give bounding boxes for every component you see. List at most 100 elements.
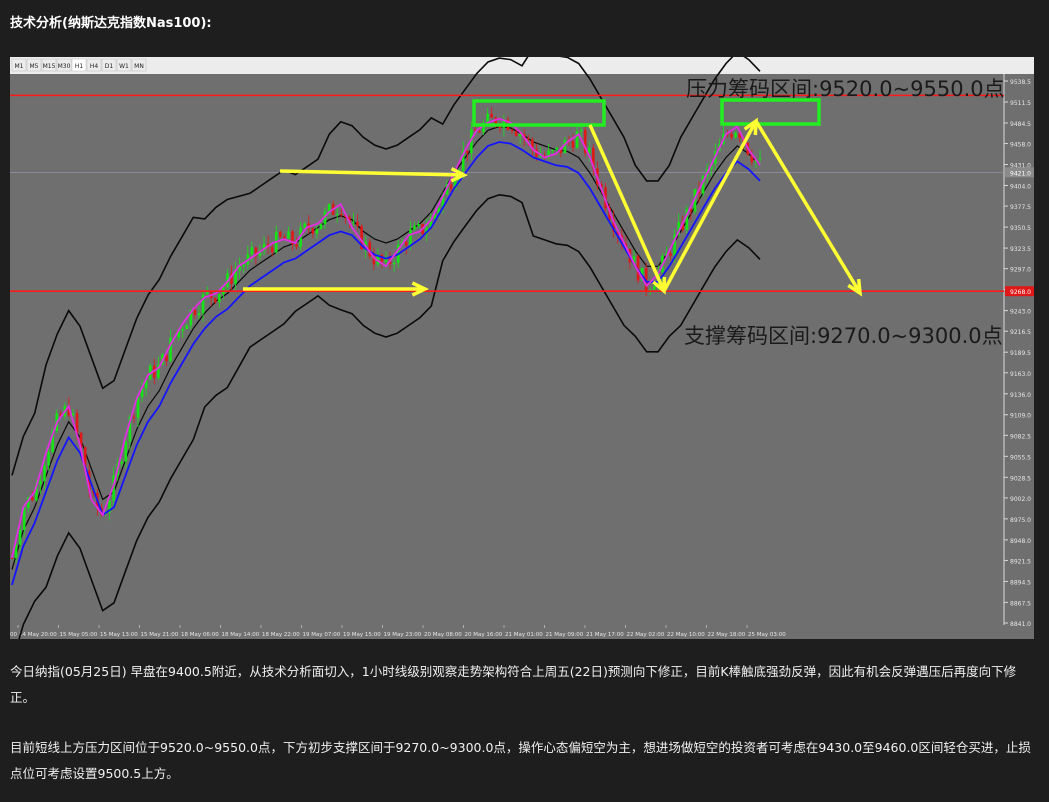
support-annotation: 支撑筹码区间:9270.0~9300.0点 bbox=[684, 324, 1003, 348]
price-tick-label: 9484.5 bbox=[1010, 121, 1031, 128]
candle-body bbox=[181, 329, 185, 331]
timeframe-label-w1: W1 bbox=[119, 63, 129, 70]
timeframe-label-h1: H1 bbox=[75, 63, 84, 70]
price-tick-label: 9109.0 bbox=[1010, 413, 1031, 420]
candle-body bbox=[303, 223, 306, 228]
time-tick-label: 19 May 07:00 bbox=[303, 632, 341, 638]
price-tick-label: 9216.5 bbox=[1010, 329, 1031, 336]
timeframe-label-h4: H4 bbox=[90, 63, 99, 70]
timeframe-toolbar: M1 M5 M15 M30 H1 H4 D1 W1 MN bbox=[11, 58, 147, 72]
candle-body bbox=[315, 229, 319, 234]
time-tick-label: 21 May 09:00 bbox=[546, 632, 584, 638]
candle-body bbox=[356, 221, 359, 227]
candle-body bbox=[185, 325, 189, 330]
timeframe-label-m15: M15 bbox=[43, 63, 56, 70]
candle-body bbox=[132, 416, 136, 418]
candle-body bbox=[311, 228, 315, 234]
price-tick-label: 8921.5 bbox=[1010, 558, 1031, 565]
candle-body bbox=[510, 129, 514, 132]
candle-body bbox=[579, 129, 583, 132]
time-tick-label: 15 May 13:00 bbox=[100, 632, 138, 638]
chart-svg: M1 M5 M15 M30 H1 H4 D1 W1 MN 9538.5 9511.5 9484.5 9… bbox=[10, 47, 1034, 664]
price-tick-label: 9243.0 bbox=[1010, 309, 1031, 316]
page-heading: 技术分析(纳斯达克指数Nas100): bbox=[10, 16, 212, 31]
candle-body bbox=[466, 150, 469, 154]
price-tick-label: 9297.0 bbox=[1010, 267, 1031, 274]
candle-body bbox=[551, 150, 554, 152]
price-tick-label: 8867.5 bbox=[1010, 600, 1031, 607]
price-tick-label: 9458.0 bbox=[1010, 142, 1031, 149]
candle-body bbox=[193, 309, 197, 316]
timeframe-label-d1: D1 bbox=[105, 63, 114, 70]
price-tick-label: 9028.5 bbox=[1010, 475, 1031, 482]
time-tick-label: 21 May 01:00 bbox=[505, 632, 543, 638]
candle-body bbox=[734, 132, 737, 138]
time-axis-prefix: 00 bbox=[10, 632, 17, 638]
candle-body bbox=[43, 465, 46, 481]
candle-body bbox=[242, 264, 246, 267]
analysis-paragraph-1: 今日纳指(05月25日) 早盘在9400.5附近，从技术分析面切入，1小时线级别… bbox=[10, 664, 1017, 705]
candle-body bbox=[295, 244, 298, 247]
candle-body bbox=[669, 253, 672, 256]
candle-body bbox=[197, 313, 201, 316]
candle-body bbox=[417, 224, 420, 226]
time-tick-label: 19 May 15:00 bbox=[343, 632, 381, 638]
time-tick-label: 22 May 18:00 bbox=[708, 632, 746, 638]
candle-body bbox=[319, 223, 323, 230]
analysis-paragraph-2: 目前短线上方压力区间位于9520.0~9550.0点，下方初步支撑区间于9270… bbox=[10, 740, 1031, 781]
timeframe-label-mn: MN bbox=[134, 63, 144, 70]
candle-body bbox=[287, 231, 290, 239]
candle-body bbox=[730, 133, 733, 138]
candle-body bbox=[270, 247, 274, 253]
candle-body bbox=[205, 292, 209, 295]
price-tick-label: 9189.5 bbox=[1010, 350, 1031, 357]
timeframe-label-m5: M5 bbox=[30, 63, 39, 70]
price-tick-label: 9002.0 bbox=[1010, 496, 1031, 503]
candle-body bbox=[571, 140, 575, 148]
candle-body bbox=[653, 286, 656, 290]
candle-body bbox=[120, 461, 124, 464]
candle-body bbox=[490, 113, 493, 118]
time-tick-label: 21 May 17:00 bbox=[586, 632, 624, 638]
price-tick-label: 8841.0 bbox=[1010, 621, 1031, 628]
time-tick-label: 20 May 08:00 bbox=[424, 632, 462, 638]
candle-body bbox=[10, 557, 14, 559]
time-tick-label: 14 May 20:00 bbox=[19, 632, 57, 638]
candle-body bbox=[392, 262, 396, 265]
candle-body bbox=[124, 441, 128, 462]
time-tick-label: 18 May 22:00 bbox=[262, 632, 300, 638]
time-tick-label: 18 May 06:00 bbox=[181, 632, 219, 638]
candle-body bbox=[478, 131, 481, 133]
candle-body bbox=[405, 241, 408, 246]
candle-body bbox=[449, 184, 453, 190]
candle-body bbox=[335, 214, 339, 216]
candle-body bbox=[526, 138, 530, 140]
price-tick-label: 9350.5 bbox=[1010, 225, 1031, 232]
candle-body bbox=[352, 221, 355, 223]
candle-body bbox=[339, 214, 343, 216]
price-tick-label: 9055.5 bbox=[1010, 454, 1031, 461]
time-tick-label: 15 May 21:00 bbox=[141, 632, 179, 638]
price-tick-label: 8894.5 bbox=[1010, 579, 1031, 586]
timeframe-label-m30: M30 bbox=[58, 63, 71, 70]
timeframe-label-m1: M1 bbox=[15, 63, 24, 70]
time-tick-label: 15 May 05:00 bbox=[60, 632, 98, 638]
candle-body bbox=[39, 480, 42, 485]
price-chart[interactable]: M1 M5 M15 M30 H1 H4 D1 W1 MN 9538.5 9511.5 9484.5 9… bbox=[10, 47, 1034, 664]
resistance-annotation: 压力筹码区间:9520.0~9550.0点 bbox=[686, 77, 1005, 101]
support-price-label: 9268.0 bbox=[1010, 289, 1031, 296]
plot-area bbox=[10, 74, 1004, 625]
candle-body bbox=[47, 452, 50, 466]
candle-body bbox=[279, 231, 282, 237]
price-tick-label: 9082.5 bbox=[1010, 433, 1031, 440]
price-tick-label: 8948.0 bbox=[1010, 538, 1031, 545]
candle-body bbox=[213, 298, 217, 303]
candle-body bbox=[758, 158, 762, 160]
candle-body bbox=[514, 131, 518, 136]
candle-body bbox=[409, 229, 412, 246]
candle-body bbox=[31, 497, 34, 501]
candle-body bbox=[18, 530, 22, 545]
time-tick-label: 19 May 23:00 bbox=[384, 632, 422, 638]
price-tick-label: 9511.5 bbox=[1010, 100, 1031, 107]
price-tick-label: 9323.5 bbox=[1010, 246, 1031, 253]
